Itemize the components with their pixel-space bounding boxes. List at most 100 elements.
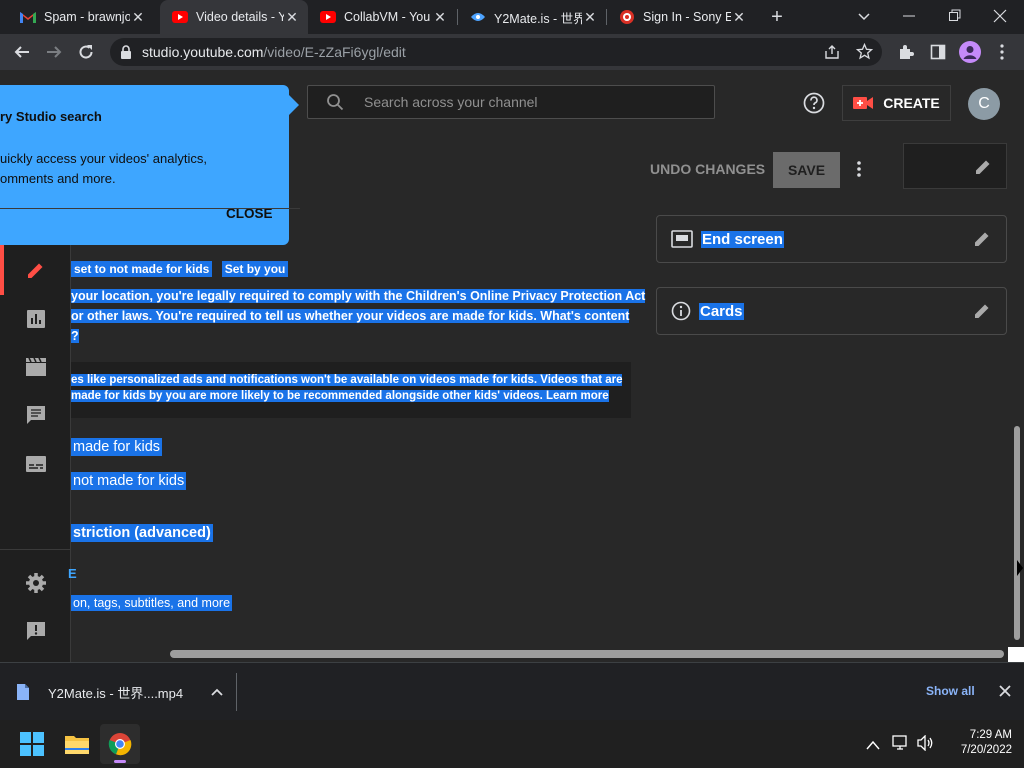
tooltip-line-1: uickly access your videos' analytics, — [0, 151, 207, 166]
notice-line-2: made for kids by you are more likely to … — [71, 390, 609, 402]
create-button[interactable]: CREATE — [842, 85, 951, 121]
sony-icon — [619, 9, 635, 25]
mouse-cursor-icon — [1017, 560, 1023, 576]
film-clapper-icon — [26, 357, 46, 376]
chrome-icon — [108, 732, 132, 761]
tab-title: Sign In - Sony E — [643, 10, 731, 24]
volume-icon[interactable] — [917, 734, 935, 756]
tab-sony[interactable]: Sign In - Sony E ✕ — [607, 0, 755, 34]
show-more-link[interactable]: E — [68, 564, 77, 584]
tab-collabvm[interactable]: CollabVM - You ✕ — [308, 0, 456, 34]
coppa-line-2: or other laws. You're required to tell u… — [71, 309, 630, 323]
active-app-indicator — [114, 760, 126, 763]
age-restriction-toggle[interactable]: striction (advanced) — [71, 523, 213, 543]
set-by-you-badge: Set by you — [221, 261, 289, 277]
search-input[interactable]: Search across your channel — [307, 85, 715, 119]
option-made-for-kids[interactable]: made for kids — [71, 437, 163, 457]
sidebar-item-details[interactable] — [24, 258, 48, 282]
chrome-taskbar-button[interactable] — [100, 724, 140, 764]
close-tab-icon[interactable]: ✕ — [130, 9, 146, 26]
tab-gmail[interactable]: Spam - brawnjo ✕ — [8, 0, 154, 34]
end-screen-card[interactable]: End screen — [656, 215, 1007, 263]
share-icon[interactable] — [824, 44, 840, 65]
save-button[interactable]: SAVE — [773, 152, 840, 188]
download-bar: Y2Mate.is - 世界....mp4 Show all — [0, 662, 1024, 720]
pencil-edit-icon[interactable] — [972, 229, 992, 254]
clock[interactable]: 7:29 AM 7/20/2022 — [940, 728, 1012, 758]
end-screen-label: End screen — [701, 230, 784, 248]
horizontal-scrollbar[interactable] — [170, 650, 1004, 658]
thumbnail-edit-box[interactable] — [903, 143, 1007, 189]
kids-notice-box: es like personalized ads and notificatio… — [71, 362, 631, 418]
cards-label: Cards — [699, 302, 744, 320]
youtube-icon — [320, 9, 336, 25]
coppa-paragraph: your location, you're legally required t… — [71, 286, 646, 346]
coppa-line-1: your location, you're legally required t… — [71, 289, 646, 303]
download-item[interactable]: Y2Mate.is - 世界....mp4 — [16, 682, 236, 702]
forward-arrow-icon[interactable] — [42, 40, 66, 64]
cards-card[interactable]: Cards — [656, 287, 1007, 335]
close-tab-icon[interactable]: ✕ — [432, 9, 448, 26]
profile-avatar-icon[interactable] — [958, 40, 982, 64]
analytics-icon — [27, 310, 45, 328]
address-bar[interactable]: studio.youtube.com/video/E-zZaFi6ygl/edi… — [110, 38, 882, 66]
windows-start-icon[interactable] — [20, 732, 44, 761]
undo-changes-button[interactable]: UNDO CHANGES — [650, 161, 765, 177]
file-explorer-icon[interactable] — [64, 733, 90, 760]
youtube-icon — [172, 9, 188, 25]
vertical-scrollbar[interactable] — [1014, 426, 1020, 640]
divider — [0, 208, 300, 209]
sidebar-item-comments[interactable] — [24, 403, 48, 427]
avatar[interactable]: C — [968, 88, 1000, 120]
y2mate-icon — [470, 9, 486, 25]
file-icon — [16, 683, 30, 701]
scrollbar-corner — [1008, 647, 1024, 662]
tooltip-title: ry Studio search — [0, 109, 102, 124]
help-icon[interactable] — [803, 92, 825, 119]
system-tray-chevron-up-icon[interactable] — [866, 737, 880, 755]
sidebar-item-editor[interactable] — [24, 355, 48, 379]
close-window-icon[interactable] — [992, 6, 1008, 26]
sidebar-active-indicator — [0, 245, 4, 295]
sidebar-item-feedback[interactable] — [24, 619, 48, 643]
sidebar-item-subtitles[interactable] — [24, 452, 48, 476]
lock-icon — [120, 45, 132, 64]
download-filename: Y2Mate.is - 世界....mp4 — [48, 685, 184, 701]
studio-search-tooltip: ry Studio search uickly access your vide… — [0, 85, 299, 245]
close-tab-icon[interactable]: ✕ — [582, 9, 598, 26]
pencil-edit-icon[interactable] — [973, 157, 993, 182]
new-tab-plus-icon[interactable]: + — [766, 6, 788, 28]
close-tab-icon[interactable]: ✕ — [731, 9, 747, 26]
tab-search-chevron-down-icon[interactable] — [854, 6, 874, 26]
more-options-icon[interactable] — [853, 160, 865, 183]
back-arrow-icon[interactable] — [10, 40, 34, 64]
network-icon[interactable] — [892, 735, 910, 756]
sidebar-item-analytics[interactable] — [24, 307, 48, 331]
tab-y2mate[interactable]: Y2Mate.is - 世界 ✕ — [458, 0, 606, 34]
notice-text: es like personalized ads and notificatio… — [71, 372, 623, 404]
gmail-icon — [20, 9, 36, 25]
tab-title: Spam - brawnjo — [44, 10, 130, 24]
tab-title: CollabVM - You — [344, 10, 431, 24]
bookmark-star-icon[interactable] — [855, 42, 874, 65]
coppa-line-3: ? — [71, 329, 79, 343]
close-tab-icon[interactable]: ✕ — [284, 9, 300, 26]
sidebar-item-settings[interactable] — [24, 571, 48, 595]
pencil-edit-icon[interactable] — [972, 301, 992, 326]
gear-icon — [26, 573, 46, 593]
show-all-link[interactable]: Show all — [926, 684, 975, 698]
studio-page: Search across your channel CREATE C ry S… — [0, 70, 1024, 662]
close-download-bar-icon[interactable] — [998, 684, 1012, 703]
side-panel-icon[interactable] — [926, 40, 950, 64]
extensions-puzzle-icon[interactable] — [894, 40, 918, 64]
end-screen-icon — [671, 230, 693, 248]
reload-icon[interactable] — [74, 40, 98, 64]
tab-strip: Spam - brawnjo ✕ Video details - Y ✕ Col… — [0, 0, 1024, 34]
chevron-up-icon[interactable] — [211, 688, 223, 696]
browser-menu-icon[interactable] — [990, 40, 1014, 64]
minimize-icon[interactable] — [902, 6, 916, 26]
tab-video-details[interactable]: Video details - Y ✕ — [160, 0, 308, 34]
restore-icon[interactable] — [948, 6, 962, 26]
tab-title: Y2Mate.is - 世界 — [494, 11, 582, 26]
option-not-made-for-kids[interactable]: not made for kids — [71, 471, 187, 491]
